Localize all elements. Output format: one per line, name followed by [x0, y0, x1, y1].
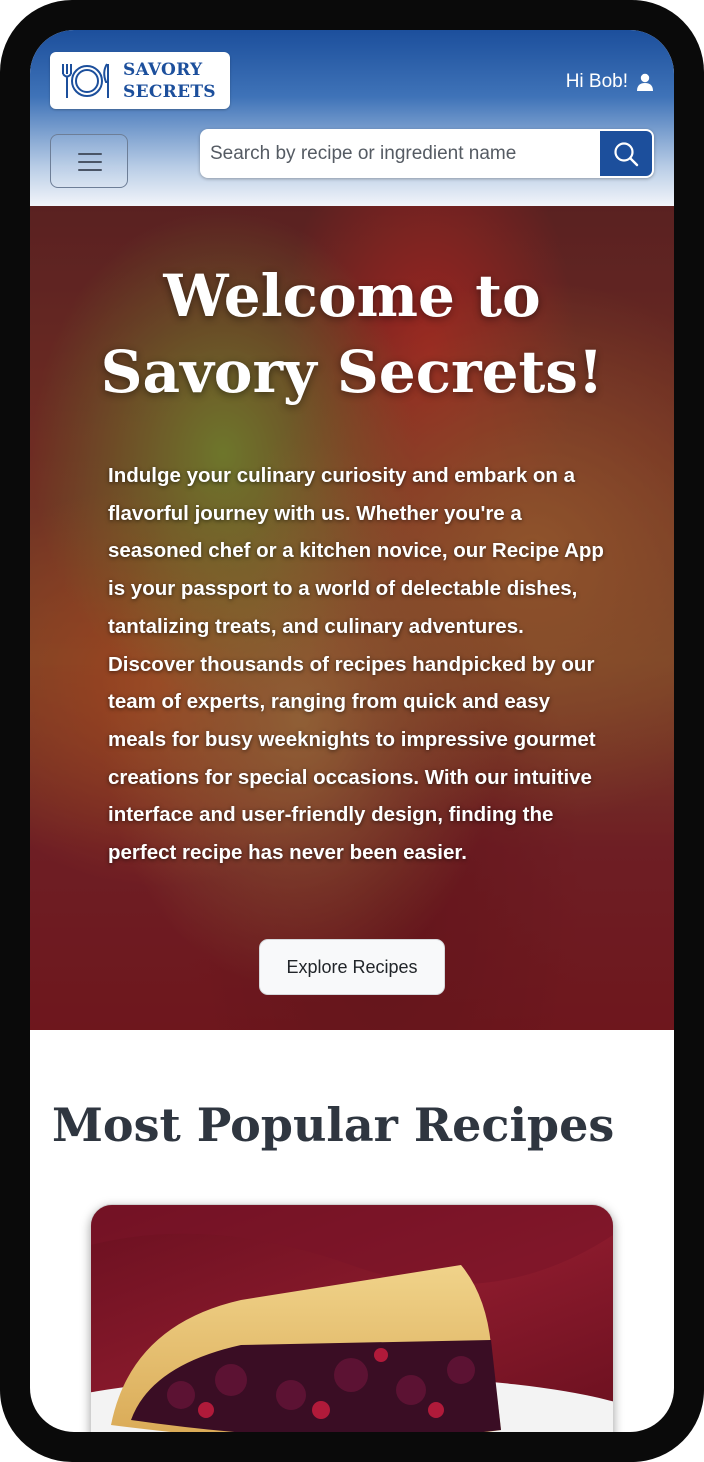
logo-text: SAVORY SECRETS	[123, 59, 227, 103]
hero-description: Indulge your culinary curiosity and emba…	[108, 464, 604, 865]
recipe-card-image	[91, 1205, 613, 1432]
plate-fork-knife-icon	[62, 63, 109, 98]
popular-recipes-heading: Most Popular Recipes	[52, 1098, 615, 1152]
user-greeting[interactable]: Hi Bob!	[566, 70, 654, 94]
site-logo[interactable]: SAVORY SECRETS	[50, 52, 230, 109]
hero-title: Welcome to Savory Secrets!	[100, 262, 604, 406]
explore-recipes-button[interactable]: Explore Recipes	[259, 939, 445, 995]
greeting-text: Hi Bob!	[565, 71, 628, 92]
search-bar	[200, 129, 654, 178]
search-icon	[614, 142, 639, 167]
search-button[interactable]	[600, 131, 652, 176]
hamburger-icon	[78, 153, 102, 171]
site-header: SAVORY SECRETS Hi Bob!	[30, 30, 674, 206]
menu-toggle-button[interactable]	[50, 134, 128, 188]
hero-section: Welcome to Savory Secrets! Indulge your …	[30, 206, 674, 1030]
phone-frame: SAVORY SECRETS Hi Bob! Search by recipe …	[0, 0, 704, 1462]
user-icon	[637, 73, 653, 91]
recipe-card[interactable]	[90, 1204, 614, 1432]
logo-line-1: SAVORY	[123, 60, 203, 80]
app-screen: SAVORY SECRETS Hi Bob! Search by recipe …	[30, 30, 674, 1432]
search-input[interactable]	[200, 129, 598, 178]
logo-line-2: SECRETS	[123, 82, 216, 102]
